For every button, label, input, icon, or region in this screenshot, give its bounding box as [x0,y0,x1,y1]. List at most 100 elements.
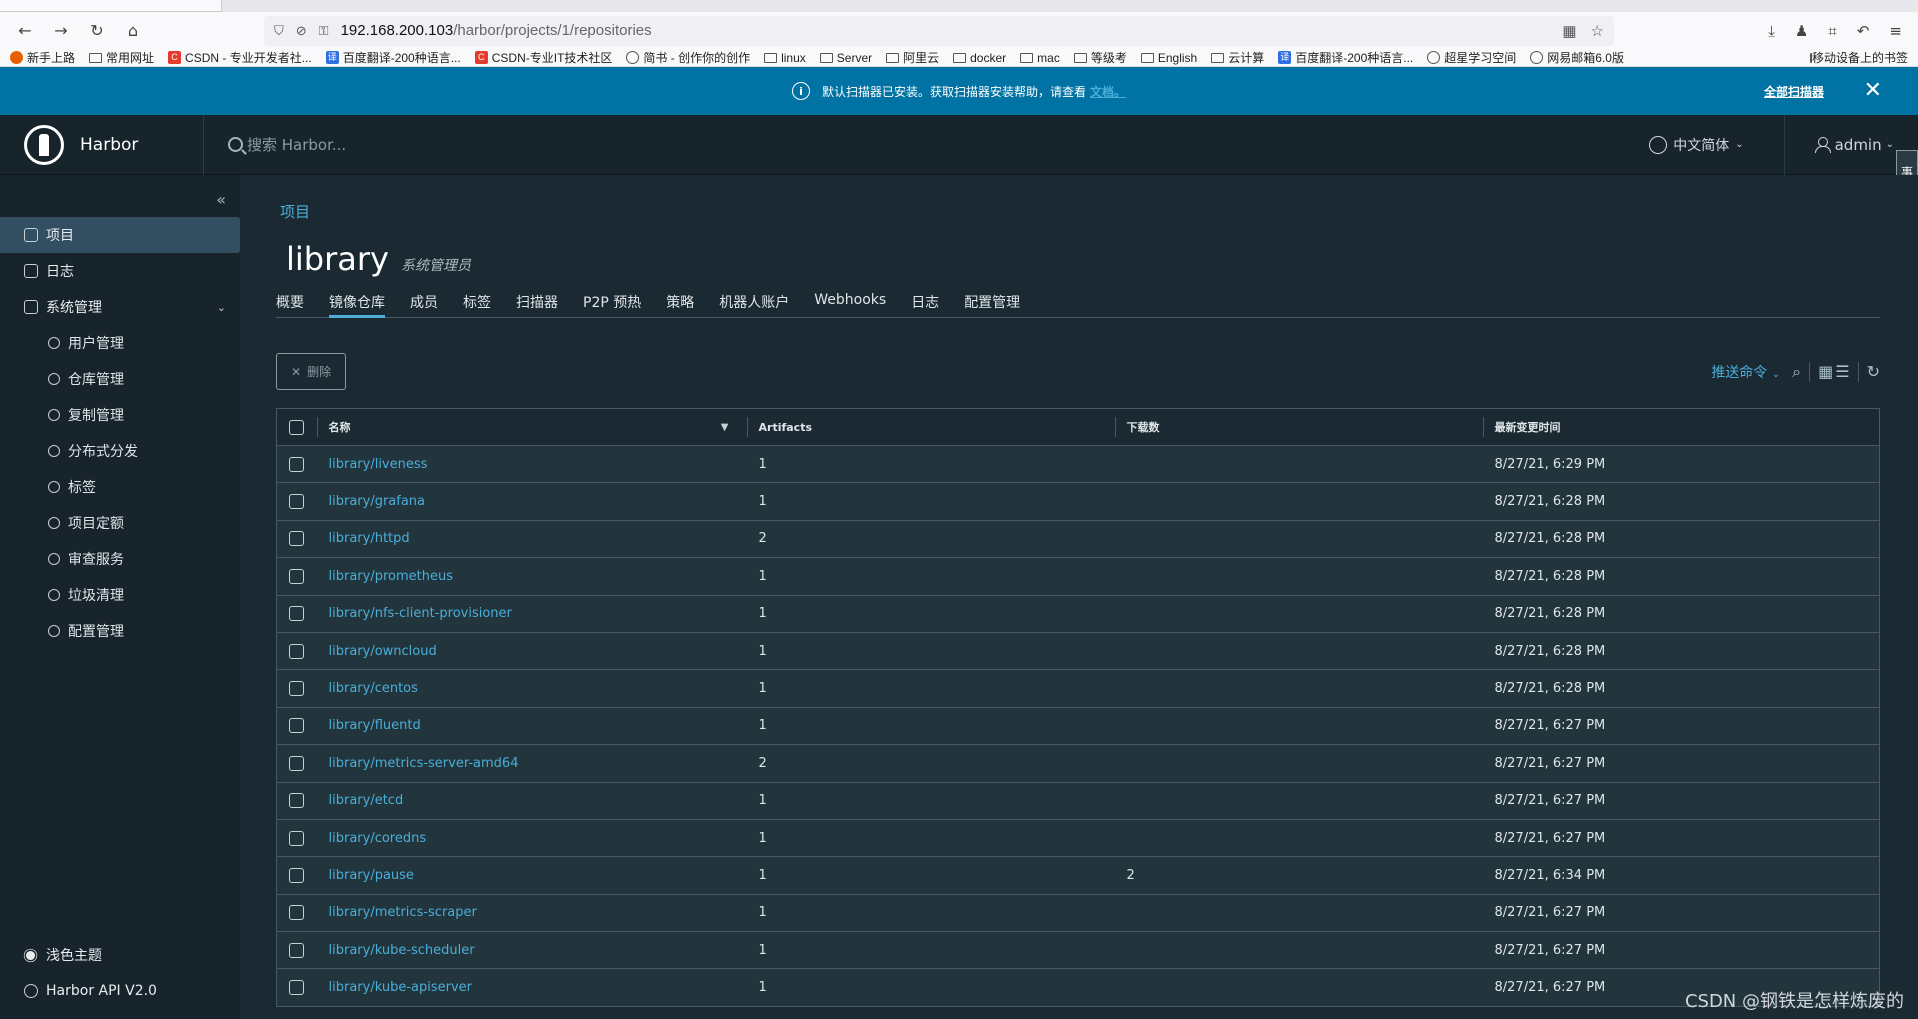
download-icon[interactable]: ⤓ [1768,22,1775,40]
collapse-sidebar-icon[interactable]: « [0,181,240,217]
bookmark-item[interactable]: 等级考 [1073,49,1127,66]
row-checkbox[interactable] [289,494,304,510]
language-selector[interactable]: 中文简体 ⌄ [1649,114,1785,175]
row-checkbox[interactable] [289,681,304,697]
table-row[interactable]: library/owncloud 1 8/27/21, 6:28 PM [276,632,1880,671]
table-row[interactable]: library/metrics-scraper 1 8/27/21, 6:27 PM [276,894,1880,933]
table-row[interactable]: library/kube-apiserver 1 8/27/21, 6:27 PM [276,968,1880,1007]
table-row[interactable]: library/nfs-client-provisioner 1 8/27/21, … [276,595,1880,633]
bookmark-item[interactable]: 阿里云 [886,49,939,66]
repo-link[interactable]: library/centos [329,681,418,696]
project-tab[interactable]: Webhooks [814,286,886,318]
project-tab[interactable]: 镜像仓库 [329,286,385,318]
push-command-dropdown[interactable]: 推送命令 ⌄ [1711,362,1780,382]
forward-icon[interactable]: → [46,16,76,46]
mobile-bookmarks[interactable]: 移动设备上的书签 [1809,49,1908,66]
row-checkbox[interactable] [289,606,304,622]
bookmark-star-icon[interactable]: ☆ [1591,22,1604,40]
back-icon[interactable]: ← [10,16,40,46]
repo-link[interactable]: library/liveness [329,457,428,472]
table-row[interactable]: library/coredns 1 8/27/21, 6:27 PM [276,819,1880,858]
row-checkbox[interactable] [289,456,304,472]
bookmark-item[interactable]: English [1140,51,1197,65]
table-row[interactable]: library/metrics-server-amd64 2 8/27/21, 6:… [276,744,1880,783]
sidebar-subitem[interactable]: 仓库管理 [0,361,240,397]
delete-button[interactable]: ✕ 删除 [276,353,347,390]
table-row[interactable]: library/grafana 1 8/27/21, 6:28 PM [276,482,1880,521]
row-checkbox[interactable] [289,643,304,659]
select-all-checkbox[interactable] [289,419,304,435]
close-icon[interactable]: ✕ [1864,78,1882,103]
table-row[interactable]: library/etcd 1 8/27/21, 6:27 PM [276,782,1880,820]
row-checkbox[interactable] [289,867,304,883]
bookmark-item[interactable]: 常用网址 [89,49,154,66]
repo-link[interactable]: library/kube-scheduler [329,943,475,958]
repo-link[interactable]: library/nfs-client-provisioner [329,606,512,621]
card-view-icon[interactable]: ▦ [1818,362,1833,381]
repo-link[interactable]: library/httpd [329,531,410,546]
bookmark-item[interactable]: 译百度翻译-200种语言... [1278,49,1413,66]
repo-link[interactable]: library/metrics-server-amd64 [329,756,519,771]
row-checkbox[interactable] [289,718,304,734]
column-header-artifacts[interactable]: Artifacts [746,408,1115,446]
row-checkbox[interactable] [289,793,304,809]
api-link[interactable]: Harbor API V2.0 [0,973,240,1009]
home-icon[interactable]: ⌂ [118,16,148,46]
qr-code-icon[interactable]: ▦ [1562,22,1576,40]
project-tab[interactable]: 标签 [463,286,491,318]
bookmark-item[interactable]: 超星学习空间 [1427,49,1516,66]
sidebar-subitem[interactable]: 配置管理 [0,613,240,649]
reload-icon[interactable]: ↻ [82,16,112,46]
sidebar-subitem[interactable]: 标签 [0,469,240,505]
repo-link[interactable]: library/etcd [329,793,404,808]
project-tab[interactable]: 日志 [911,286,939,318]
bookmark-item[interactable]: Server [819,51,872,65]
sidebar-item[interactable]: 项目 [0,217,240,253]
banner-doc-link[interactable]: 文档。 [1090,83,1126,100]
table-row[interactable]: library/httpd 2 8/27/21, 6:28 PM [276,520,1880,559]
browser-tab[interactable] [0,0,222,12]
crop-icon[interactable]: ⌗ [1828,22,1836,40]
table-row[interactable]: library/fluentd 1 8/27/21, 6:27 PM [276,707,1880,746]
key-icon[interactable]: ⚿ [319,23,329,39]
repo-link[interactable]: library/owncloud [329,644,437,659]
table-row[interactable]: library/kube-scheduler 1 8/27/21, 6:27 PM [276,931,1880,970]
refresh-icon[interactable]: ↻ [1867,362,1880,381]
bookmark-item[interactable]: mac [1020,51,1060,65]
row-checkbox[interactable] [289,980,304,996]
bookmark-item[interactable]: 网易邮箱6.0版 [1530,49,1624,66]
bookmark-item[interactable]: docker [953,51,1006,65]
project-tab[interactable]: 成员 [410,286,438,318]
repo-link[interactable]: library/fluentd [329,718,421,733]
row-checkbox[interactable] [289,755,304,771]
column-header-name[interactable]: 名称 ▼ [316,408,747,446]
bookmark-item[interactable]: 简书 - 创作你的创作 [626,49,750,66]
brand[interactable]: Harbor [0,114,204,175]
sidebar-subitem[interactable]: 项目定额 [0,505,240,541]
bookmark-item[interactable]: C CSDN - 专业开发者社... [168,49,312,66]
project-tab[interactable]: 扫描器 [516,286,558,318]
project-tab[interactable]: 策略 [666,286,694,318]
table-row[interactable]: library/prometheus 1 8/27/21, 6:28 PM [276,557,1880,596]
repo-link[interactable]: library/kube-apiserver [329,980,473,995]
extension-icon[interactable]: ♟ [1795,22,1808,40]
repo-link[interactable]: library/coredns [329,831,427,846]
list-view-icon[interactable]: ☰ [1835,362,1849,381]
row-checkbox[interactable] [289,830,304,846]
repo-link[interactable]: library/metrics-scraper [329,905,477,920]
undo-icon[interactable]: ↶ [1857,22,1870,40]
all-scanners-link[interactable]: 全部扫描器 [1764,83,1824,100]
bookmark-item[interactable]: 译百度翻译-200种语言... [325,49,461,66]
bookmark-item[interactable]: linux [764,51,806,65]
sidebar-subitem[interactable]: 垃圾清理 [0,577,240,613]
search-icon[interactable]: ⌕ [1792,362,1801,382]
bookmark-item[interactable]: 云计算 [1211,49,1264,66]
sidebar-subitem[interactable]: 用户管理 [0,325,240,361]
sidebar-subitem[interactable]: 分布式分发 [0,433,240,469]
row-checkbox[interactable] [289,531,304,547]
bookmark-item[interactable]: C CSDN-专业IT技术社区 [474,49,612,66]
sidebar-item[interactable]: 系统管理 ⌄ [0,289,240,325]
sidebar-item[interactable]: 日志 [0,253,240,289]
table-row[interactable]: library/pause 1 2 8/27/21, 6:34 PM [276,856,1880,895]
breadcrumb[interactable]: 项目 [280,201,1880,222]
